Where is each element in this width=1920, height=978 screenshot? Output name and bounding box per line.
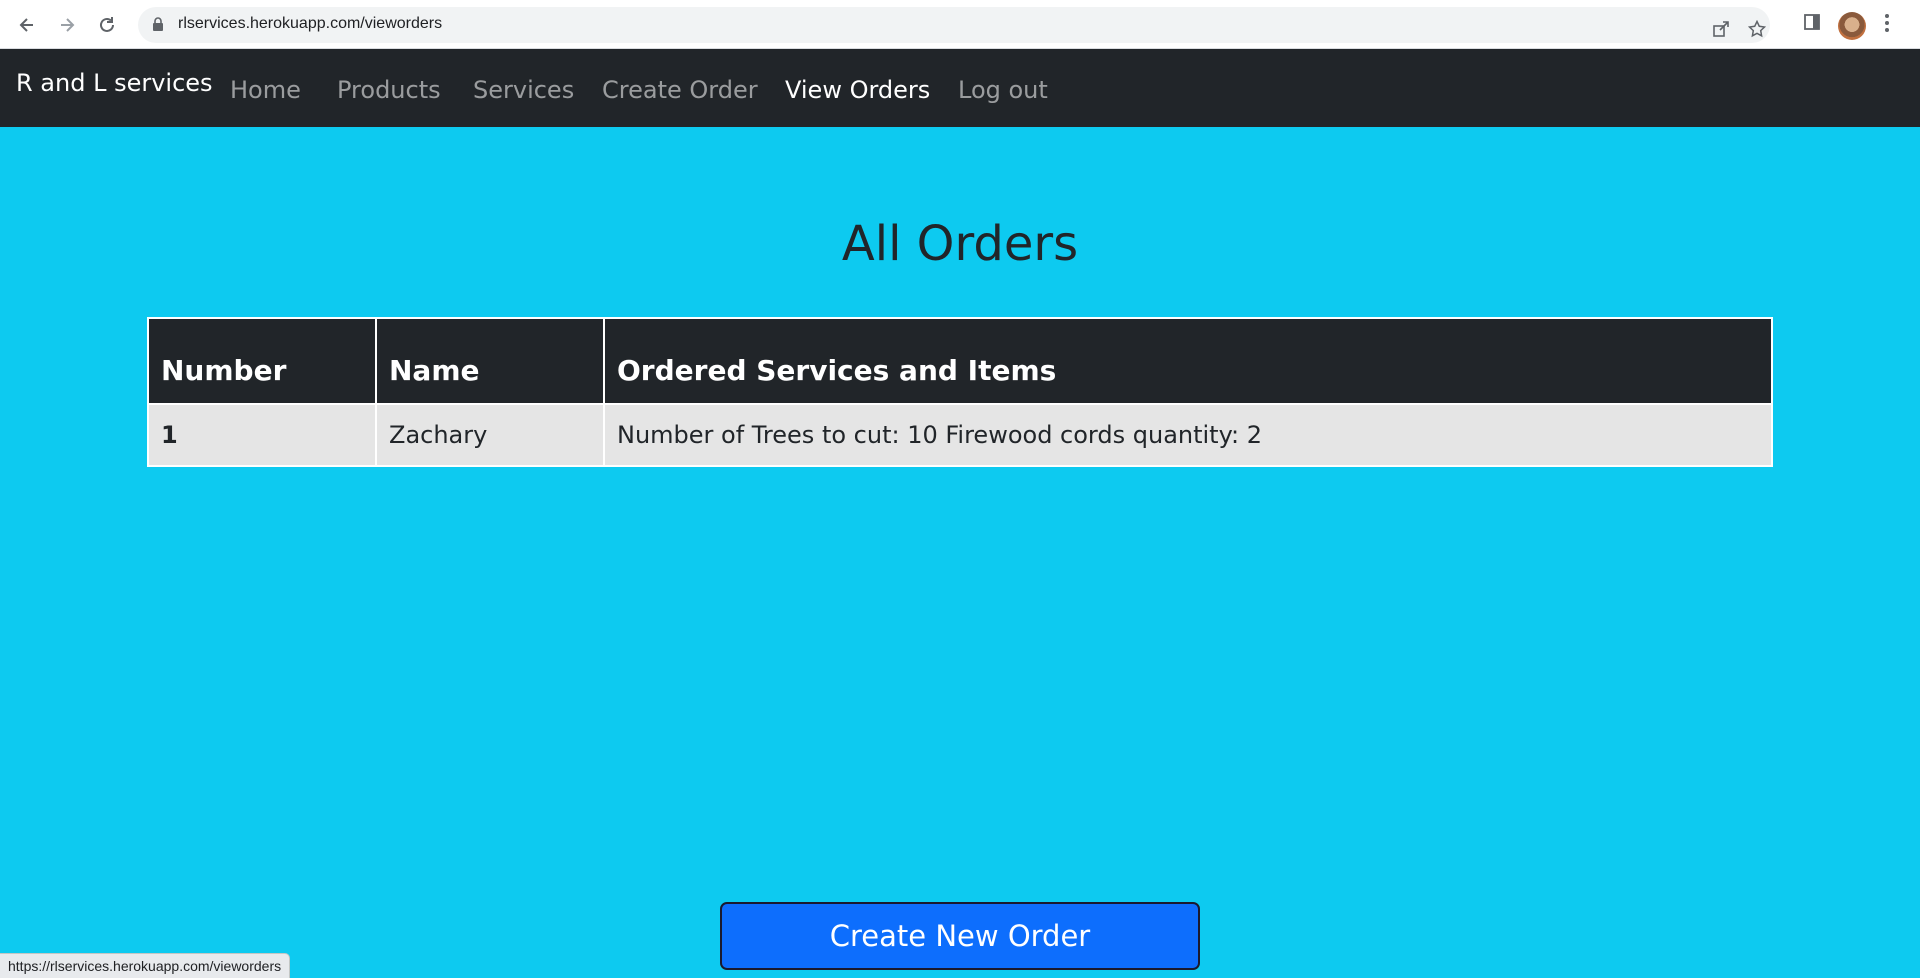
url-text[interactable]: rlservices.herokuapp.com/vieworders bbox=[178, 15, 442, 33]
order-number-cell: 1 bbox=[147, 404, 377, 466]
lock-icon bbox=[152, 17, 164, 36]
nav-link-log-out[interactable]: Log out bbox=[958, 76, 1048, 104]
site-navbar: R and L services Home Products Services … bbox=[0, 49, 1920, 127]
order-items-cell: Number of Trees to cut: 10 Firewood cord… bbox=[603, 404, 1773, 466]
bookmark-star-icon[interactable] bbox=[1747, 19, 1767, 42]
create-new-order-button[interactable]: Create New Order bbox=[720, 902, 1200, 970]
nav-link-create-order[interactable]: Create Order bbox=[602, 76, 758, 104]
browser-toolbar: rlservices.herokuapp.com/vieworders bbox=[0, 0, 1920, 49]
column-header-name: Name bbox=[375, 317, 605, 405]
nav-link-view-orders[interactable]: View Orders bbox=[785, 76, 930, 104]
address-bar[interactable]: rlservices.herokuapp.com/vieworders bbox=[138, 7, 1770, 43]
reload-icon[interactable] bbox=[94, 12, 120, 38]
back-icon[interactable] bbox=[14, 12, 40, 38]
page-title: All Orders bbox=[841, 216, 1079, 272]
column-header-ordered-items: Ordered Services and Items bbox=[603, 317, 1773, 405]
orders-table: Number Name Ordered Services and Items 1… bbox=[147, 317, 1773, 467]
more-menu-icon[interactable] bbox=[1884, 13, 1890, 37]
table-header-row: Number Name Ordered Services and Items bbox=[147, 317, 1773, 405]
order-name-cell: Zachary bbox=[375, 404, 605, 466]
nav-link-products[interactable]: Products bbox=[337, 76, 441, 104]
nav-link-home[interactable]: Home bbox=[230, 76, 301, 104]
profile-avatar[interactable] bbox=[1838, 12, 1866, 40]
navbar-brand[interactable]: R and L services bbox=[16, 69, 213, 97]
column-header-number: Number bbox=[147, 317, 377, 405]
side-panel-icon[interactable] bbox=[1803, 13, 1821, 35]
status-bar-url: https://rlservices.herokuapp.com/vieword… bbox=[0, 953, 291, 978]
nav-link-services[interactable]: Services bbox=[473, 76, 574, 104]
share-icon[interactable] bbox=[1712, 20, 1730, 42]
forward-icon[interactable] bbox=[54, 12, 80, 38]
table-row: 1 Zachary Number of Trees to cut: 10 Fir… bbox=[147, 404, 1773, 466]
